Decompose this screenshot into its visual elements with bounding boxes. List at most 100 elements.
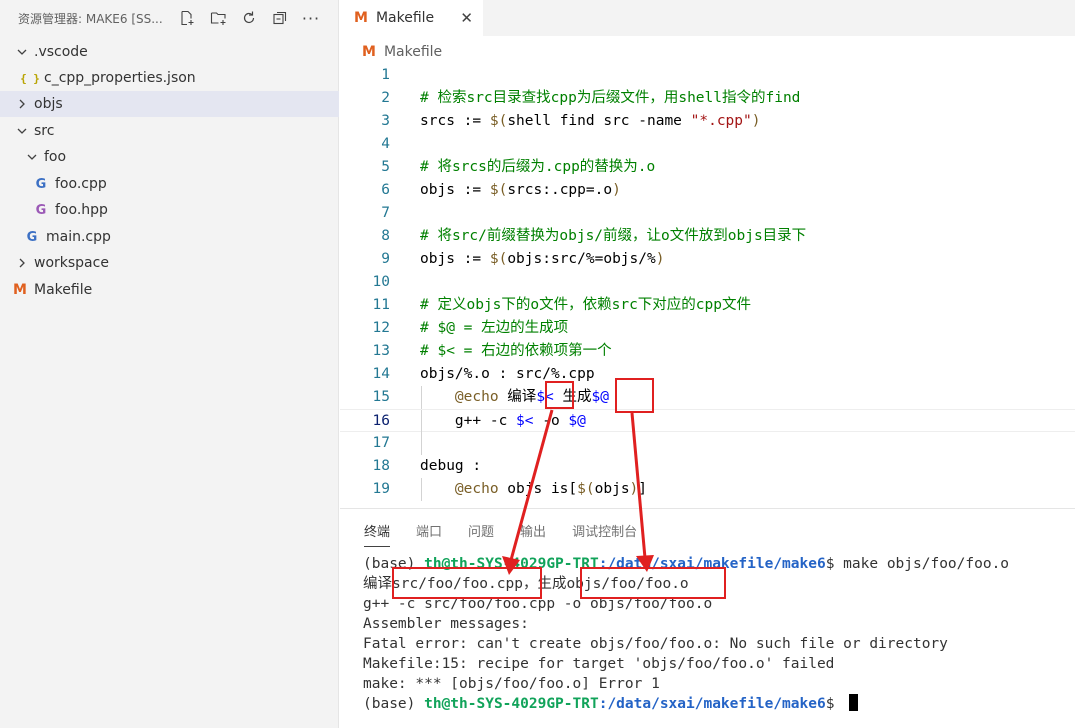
breadcrumb[interactable]: M Makefile (340, 40, 442, 64)
code-token: objs:src/%=objs/% (507, 251, 656, 267)
code-line: 18 debug : (340, 455, 1075, 478)
tree-label: .vscode (34, 44, 88, 60)
code-line: 10 (340, 271, 1075, 294)
code-comment: # 检索src目录查找cpp为后缀文件，用shell指令的find (420, 90, 801, 106)
prompt-end: $ (825, 696, 844, 712)
code-token: ) (655, 251, 665, 267)
prompt-end: $ (825, 556, 844, 572)
line-number: 19 (372, 481, 390, 497)
tree-file-main-cpp[interactable]: G main.cpp (0, 224, 339, 250)
tab-label: Makefile (375, 10, 435, 26)
code-line: 8 # 将src/前缀替换为objs/前缀，让o文件放到objs目录下 (340, 225, 1075, 248)
line-number: 14 (372, 366, 390, 382)
code-line: 9 objs := $(objs:src/%=objs/%) (340, 248, 1075, 271)
explorer-actions: ··· (176, 8, 322, 28)
new-file-icon[interactable] (176, 8, 198, 28)
json-file-icon: { } (20, 71, 40, 85)
tree-file-c-cpp-properties[interactable]: { } c_cpp_properties.json (0, 65, 339, 91)
terminal-line: Assembler messages: (363, 616, 529, 632)
code-token: $@ (568, 413, 586, 429)
code-line: 19 @echo objs is[$(objs)] (340, 478, 1075, 501)
code-token: srcs:.cpp=.o (507, 182, 613, 198)
terminal-line: make: *** [objs/foo/foo.o] Error 1 (363, 676, 660, 692)
code-token: objs is[ (498, 481, 578, 497)
breadcrumb-label: Makefile (383, 44, 443, 60)
hpp-file-icon: G (35, 202, 47, 218)
new-folder-icon[interactable] (207, 8, 229, 28)
code-token: objs := (420, 251, 490, 267)
code-token: objs (594, 481, 630, 497)
chevron-down-icon (14, 46, 30, 58)
panel-tabs: 终端 端口 问题 输出 调试控制台 (364, 521, 663, 547)
code-token: srcs := (420, 113, 490, 129)
code-token: g++ -c (420, 413, 517, 429)
close-icon[interactable]: ✕ (460, 9, 473, 27)
code-comment: # 定义objs下的o文件，依赖src下对应的cpp文件 (420, 297, 751, 313)
tab-makefile[interactable]: M Makefile ✕ (340, 0, 483, 36)
tree-file-foo-hpp[interactable]: G foo.hpp (0, 197, 339, 223)
tree-file-foo-cpp[interactable]: G foo.cpp (0, 171, 339, 197)
code-line: 3 srcs := $(shell find src -name "*.cpp") (340, 110, 1075, 133)
line-number: 4 (381, 136, 390, 152)
code-token: $( (489, 251, 508, 267)
code-line: 13 # $< = 右边的依赖项第一个 (340, 340, 1075, 363)
code-token: objs := (420, 182, 490, 198)
chevron-right-icon (14, 98, 30, 110)
annotation-box-dollar-at (615, 378, 654, 413)
tree-folder-foo[interactable]: foo (0, 144, 339, 170)
bottom-panel: 终端 端口 问题 输出 调试控制台 (base) th@th-SYS-4029G… (340, 508, 1075, 728)
tree-folder-src[interactable]: src (0, 118, 339, 144)
code-line: 4 (340, 133, 1075, 156)
tree-folder-objs[interactable]: objs (0, 91, 339, 117)
line-number: 6 (381, 182, 390, 198)
more-actions-icon[interactable]: ··· (300, 8, 322, 28)
code-token: ) (612, 182, 621, 198)
line-number: 8 (381, 228, 390, 244)
code-token: debug : (420, 458, 482, 474)
tree-file-makefile[interactable]: M Makefile (0, 277, 339, 303)
tab-output[interactable]: 输出 (520, 521, 546, 547)
tab-problems[interactable]: 问题 (468, 521, 494, 547)
code-comment: # $< = 右边的依赖项第一个 (420, 343, 612, 359)
annotation-box-obj-path (580, 567, 726, 599)
code-token: $( (489, 113, 508, 129)
code-token: $< (516, 413, 534, 429)
terminal-command: make objs/foo/foo.o (843, 556, 1010, 572)
chevron-down-icon (14, 125, 30, 137)
collapse-all-icon[interactable] (269, 8, 291, 28)
code-token: ) (629, 481, 639, 497)
chevron-down-icon (24, 151, 40, 163)
tab-debug-console[interactable]: 调试控制台 (572, 521, 637, 547)
line-number: 9 (381, 251, 390, 267)
tree-folder-vscode[interactable]: .vscode (0, 39, 339, 65)
line-number: 11 (372, 297, 390, 313)
code-token: ] (638, 481, 648, 497)
tree-label: c_cpp_properties.json (44, 70, 196, 86)
code-token: $( (577, 481, 595, 497)
code-token: @echo (454, 481, 499, 497)
code-line: 15 @echo 编译$< 生成$@ (340, 386, 1075, 409)
tree-label: Makefile (34, 282, 93, 298)
code-token: $@ (591, 389, 609, 405)
chevron-right-icon (14, 257, 30, 269)
line-number: 12 (372, 320, 390, 336)
line-number: 17 (372, 435, 390, 451)
prompt-env: (base) (363, 696, 425, 712)
code-comment: # $@ = 左边的生成项 (420, 320, 569, 336)
cpp-file-icon: G (26, 229, 38, 245)
code-token: "*.cpp" (690, 113, 752, 129)
line-number: 1 (381, 67, 390, 83)
line-number: 2 (381, 90, 390, 106)
terminal-line[interactable]: (base) th@th-SYS-4029GP-TRT:/data/sxai/m… (363, 694, 859, 714)
refresh-icon[interactable] (238, 8, 260, 28)
code-token: ) (751, 113, 761, 129)
tab-ports[interactable]: 端口 (416, 521, 442, 547)
tree-label: src (34, 123, 55, 139)
explorer-title: 资源管理器: MAKE6 [SS... (18, 11, 163, 26)
tree-folder-workspace[interactable]: workspace (0, 250, 339, 276)
tab-terminal[interactable]: 终端 (364, 521, 391, 547)
code-editor[interactable]: 1 2 # 检索src目录查找cpp为后缀文件，用shell指令的find 3 sr… (340, 64, 1075, 508)
line-number: 15 (372, 389, 390, 405)
